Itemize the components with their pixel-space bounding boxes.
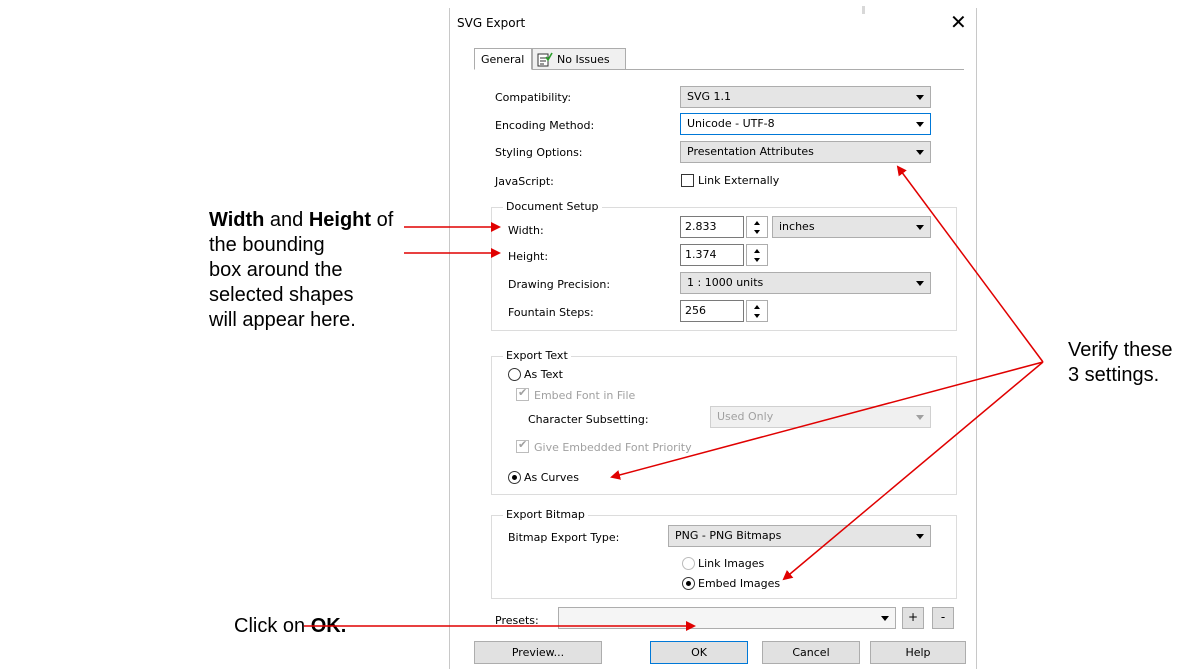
height-input[interactable]: 1.374 — [680, 244, 744, 266]
presets-label: Presets: — [495, 614, 539, 627]
tab-no-issues-label: No Issues — [557, 53, 610, 66]
checklist-icon — [537, 52, 553, 67]
tab-strip-line — [626, 69, 964, 70]
annotation-width-height: Width and Height of the bounding box aro… — [209, 209, 394, 331]
preview-button[interactable]: Preview... — [474, 641, 602, 664]
close-icon[interactable]: ✕ — [950, 10, 967, 34]
units-select[interactable]: inches — [772, 216, 931, 238]
link-images-label: Link Images — [698, 557, 765, 570]
help-button[interactable]: Help — [870, 641, 966, 664]
embed-font-label: Embed Font in File — [534, 389, 636, 402]
styling-label: Styling Options: — [495, 146, 583, 159]
precision-label: Drawing Precision: — [508, 278, 611, 291]
width-stepper[interactable] — [746, 216, 768, 238]
link-externally-checkbox[interactable] — [681, 174, 694, 187]
chevron-down-icon — [881, 616, 889, 621]
resize-grip — [862, 6, 865, 14]
styling-select[interactable]: Presentation Attributes — [680, 141, 931, 163]
as-text-label: As Text — [524, 368, 563, 381]
link-images-radio[interactable] — [682, 557, 695, 570]
styling-value: Presentation Attributes — [687, 145, 814, 158]
precision-value: 1 : 1000 units — [687, 276, 764, 289]
annotation-click-ok: Click on OK. — [234, 615, 347, 637]
ok-button[interactable]: OK — [650, 641, 748, 664]
bitmap-type-label: Bitmap Export Type: — [508, 531, 620, 544]
link-externally-label: Link Externally — [698, 174, 780, 187]
fountain-input[interactable]: 256 — [680, 300, 744, 322]
chevron-down-icon — [916, 534, 924, 539]
embed-images-radio[interactable] — [682, 577, 695, 590]
encoding-label: Encoding Method: — [495, 119, 595, 132]
as-curves-radio[interactable] — [508, 471, 521, 484]
height-label: Height: — [508, 250, 549, 263]
bitmap-type-value: PNG - PNG Bitmaps — [675, 529, 782, 542]
width-label: Width: — [508, 224, 544, 237]
width-input[interactable]: 2.833 — [680, 216, 744, 238]
compatibility-label: Compatibility: — [495, 91, 572, 104]
encoding-select[interactable]: Unicode - UTF-8 — [680, 113, 931, 135]
units-value: inches — [779, 220, 815, 233]
fountain-stepper[interactable] — [746, 300, 768, 322]
chevron-down-icon — [916, 150, 924, 155]
presets-select[interactable] — [558, 607, 896, 629]
compatibility-value: SVG 1.1 — [687, 90, 732, 103]
chevron-down-icon — [916, 122, 924, 127]
annotation-verify: Verify these 3 settings. — [1068, 339, 1173, 386]
precision-select[interactable]: 1 : 1000 units — [680, 272, 931, 294]
tab-general[interactable]: General — [474, 48, 532, 70]
subsetting-value: Used Only — [717, 410, 774, 423]
document-setup-legend: Document Setup — [503, 200, 602, 213]
give-priority-checkbox[interactable]: ✔ — [516, 438, 529, 453]
embed-font-checkbox[interactable]: ✔ — [516, 386, 529, 401]
subsetting-select[interactable]: Used Only — [710, 406, 931, 428]
dialog-title: SVG Export — [457, 16, 526, 30]
chevron-down-icon — [916, 415, 924, 420]
height-stepper[interactable] — [746, 244, 768, 266]
embed-images-label: Embed Images — [698, 577, 781, 590]
export-text-legend: Export Text — [503, 349, 571, 362]
javascript-label: JavaScript: — [495, 175, 554, 188]
fountain-label: Fountain Steps: — [508, 306, 594, 319]
chevron-down-icon — [916, 225, 924, 230]
remove-preset-button[interactable]: - — [932, 607, 954, 629]
encoding-value: Unicode - UTF-8 — [687, 117, 775, 130]
export-bitmap-legend: Export Bitmap — [503, 508, 588, 521]
subsetting-label: Character Subsetting: — [528, 413, 649, 426]
compatibility-select[interactable]: SVG 1.1 — [680, 86, 931, 108]
as-text-radio[interactable] — [508, 368, 521, 381]
bitmap-type-select[interactable]: PNG - PNG Bitmaps — [668, 525, 931, 547]
add-preset-button[interactable]: + — [902, 607, 924, 629]
chevron-down-icon — [916, 95, 924, 100]
cancel-button[interactable]: Cancel — [762, 641, 860, 664]
chevron-down-icon — [916, 281, 924, 286]
as-curves-label: As Curves — [524, 471, 579, 484]
give-priority-label: Give Embedded Font Priority — [534, 441, 692, 454]
